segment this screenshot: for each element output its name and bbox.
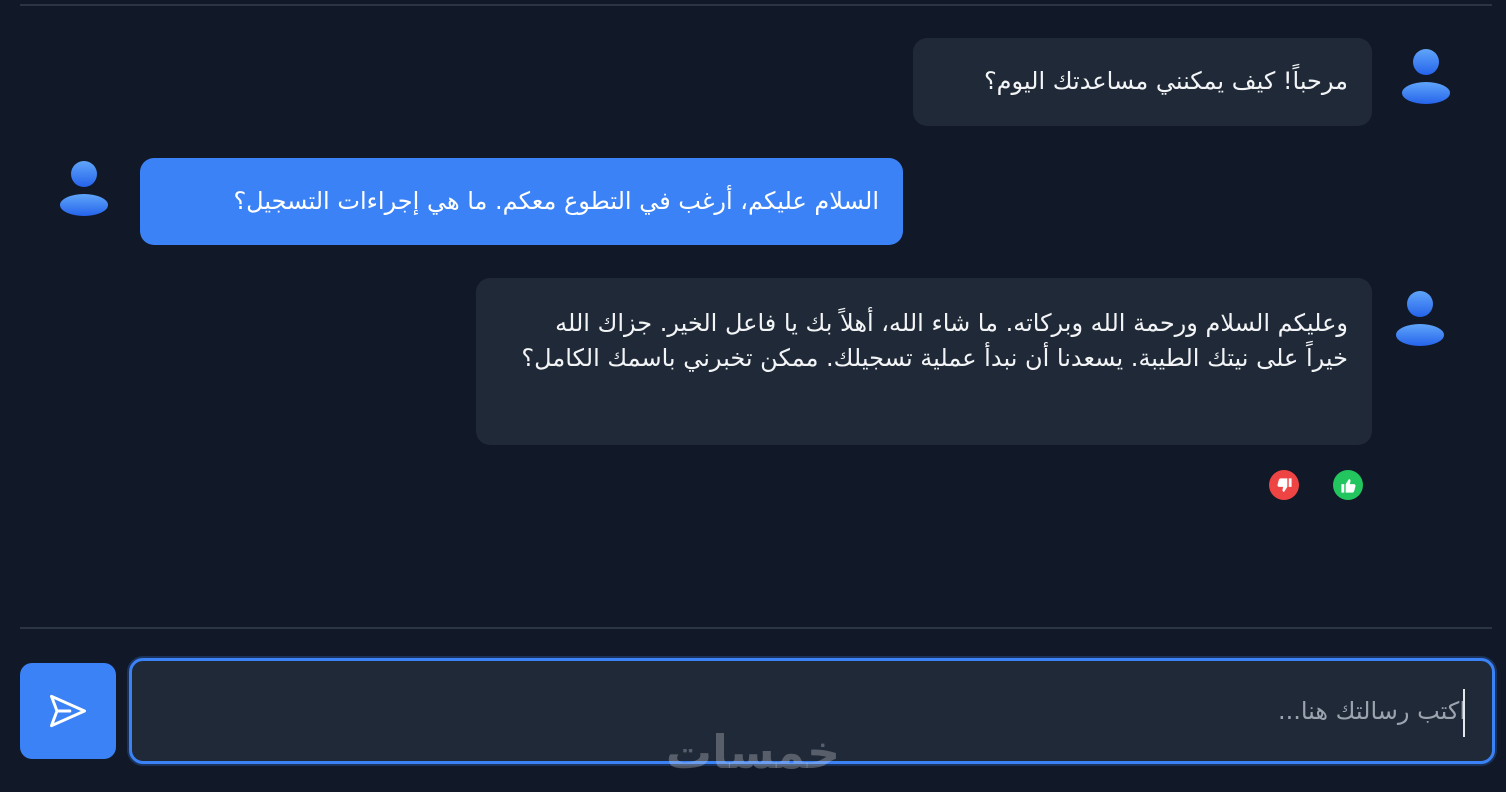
bot-avatar-icon xyxy=(1396,46,1456,106)
dislike-button[interactable] xyxy=(1269,470,1299,500)
user-message: السلام عليكم، أرغب في التطوع معكم. ما هي… xyxy=(140,158,903,245)
message-input[interactable] xyxy=(132,661,1492,761)
message-text: مرحباً! كيف يمكنني مساعدتك اليوم؟ xyxy=(983,67,1348,95)
like-button[interactable] xyxy=(1333,470,1363,500)
message-text: وعليكم السلام ورحمة الله وبركاته. ما شاء… xyxy=(521,309,1348,372)
composer-divider xyxy=(20,627,1492,629)
bot-message: وعليكم السلام ورحمة الله وبركاته. ما شاء… xyxy=(476,278,1372,445)
message-text: السلام عليكم، أرغب في التطوع معكم. ما هي… xyxy=(233,187,879,215)
user-avatar-icon xyxy=(54,158,114,218)
bot-avatar-icon xyxy=(1390,288,1450,348)
thumbs-up-icon xyxy=(1340,478,1356,493)
send-button[interactable] xyxy=(20,663,116,759)
text-caret xyxy=(1463,689,1465,737)
top-divider xyxy=(20,4,1492,6)
bot-message: مرحباً! كيف يمكنني مساعدتك اليوم؟ xyxy=(913,38,1372,126)
thumbs-down-icon xyxy=(1276,477,1292,492)
send-icon xyxy=(50,694,86,728)
message-input-container[interactable] xyxy=(129,658,1495,764)
chat-app: مرحباً! كيف يمكنني مساعدتك اليوم؟ السلام… xyxy=(0,0,1506,792)
